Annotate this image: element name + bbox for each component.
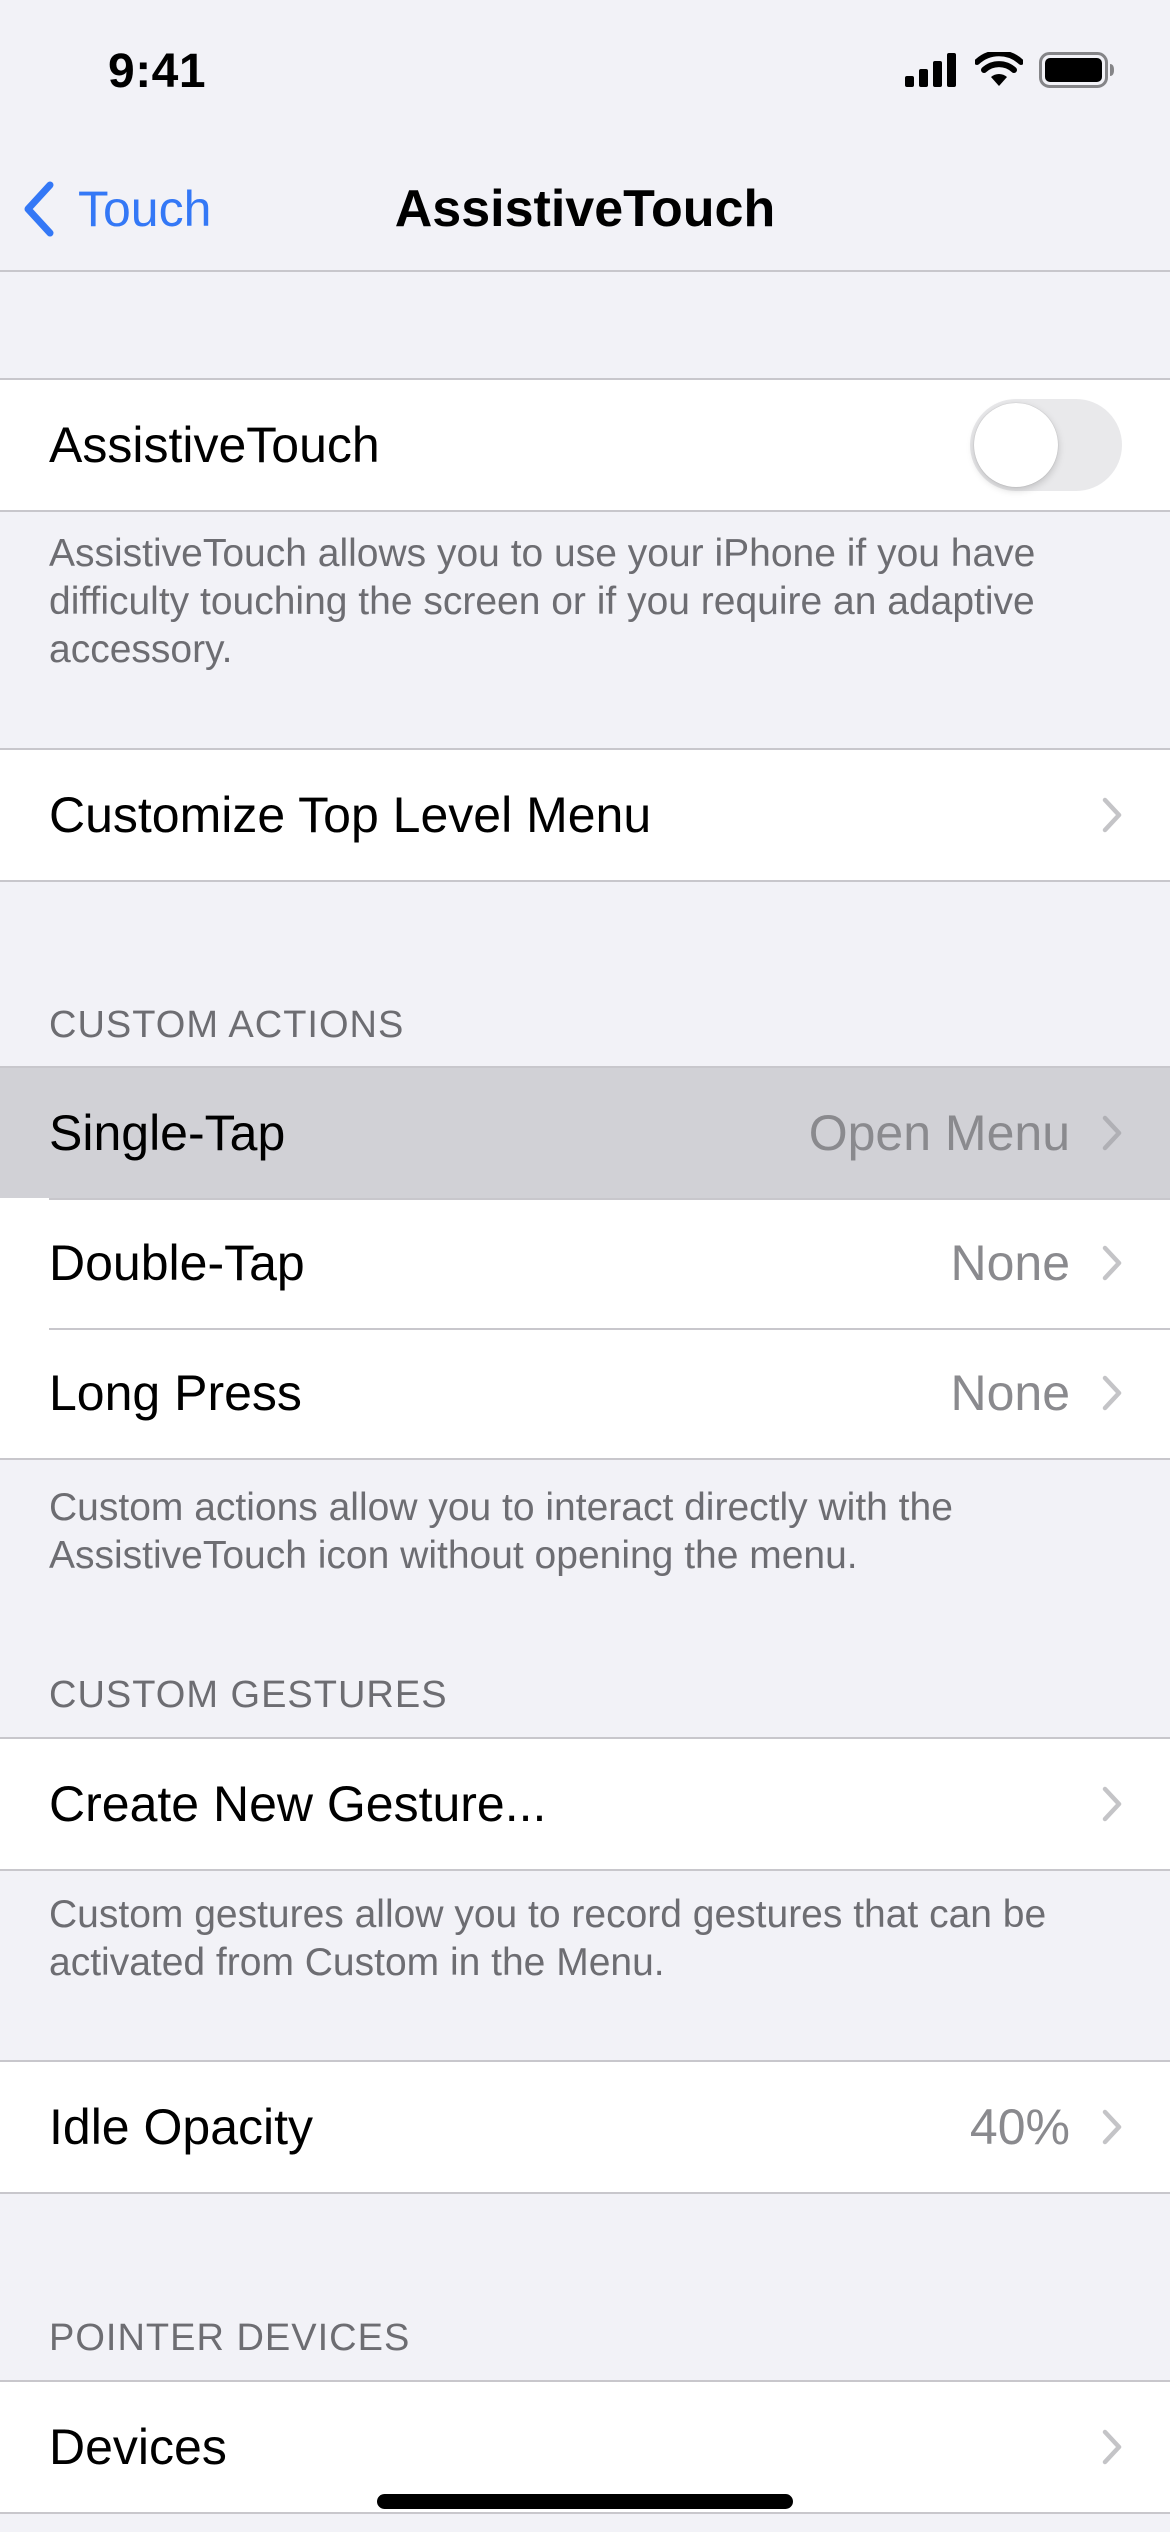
create-new-gesture-row[interactable]: Create New Gesture...: [0, 1739, 1170, 1869]
idle-opacity-row[interactable]: Idle Opacity 40%: [0, 2062, 1170, 2192]
long-press-label: Long Press: [49, 1365, 302, 1421]
status-icons: [905, 52, 1115, 88]
navigation-bar: Touch AssistiveTouch: [0, 150, 1170, 272]
customize-top-level-menu-label: Customize Top Level Menu: [49, 787, 652, 843]
chevron-right-icon: [1102, 2109, 1122, 2145]
chevron-right-icon: [1102, 797, 1122, 833]
double-tap-value: None: [950, 1235, 1070, 1291]
menu-group: Customize Top Level Menu: [0, 748, 1170, 882]
idle-opacity-label: Idle Opacity: [49, 2099, 314, 2155]
devices-label: Devices: [49, 2419, 227, 2475]
home-indicator[interactable]: [377, 2494, 793, 2509]
chevron-right-icon: [1102, 1115, 1122, 1151]
battery-icon: [1039, 52, 1114, 88]
assistivetouch-toggle-label: AssistiveTouch: [49, 417, 380, 473]
customize-top-level-menu-row[interactable]: Customize Top Level Menu: [0, 750, 1170, 880]
idle-opacity-value: 40%: [969, 2099, 1070, 2155]
double-tap-row[interactable]: Double-Tap None: [0, 1198, 1170, 1328]
assistivetouch-toggle-group: AssistiveTouch: [0, 378, 1170, 512]
custom-gestures-description: Custom gestures allow you to record gest…: [49, 1893, 1047, 1984]
double-tap-label: Double-Tap: [49, 1235, 305, 1291]
wifi-icon: [975, 52, 1023, 86]
single-tap-value: Open Menu: [808, 1105, 1070, 1161]
custom-actions-description: Custom actions allow you to interact dir…: [49, 1486, 953, 1577]
chevron-right-icon: [1102, 1375, 1122, 1411]
assistivetouch-description: AssistiveTouch allows you to use your iP…: [49, 532, 1036, 671]
long-press-value: None: [950, 1365, 1070, 1421]
status-bar: 9:41: [0, 0, 1170, 150]
idle-opacity-group: Idle Opacity 40%: [0, 2060, 1170, 2194]
assistivetouch-toggle-row: AssistiveTouch: [0, 380, 1170, 510]
devices-row[interactable]: Devices: [0, 2382, 1170, 2512]
custom-actions-header: CUSTOM ACTIONS: [49, 1004, 405, 1046]
assistivetouch-settings-screen: 9:41 Touch AssistiveTouch AssistiveTouch…: [0, 0, 1170, 2532]
create-new-gesture-label: Create New Gesture...: [49, 1776, 547, 1832]
single-tap-row[interactable]: Single-Tap Open Menu: [0, 1068, 1170, 1198]
assistivetouch-toggle-switch[interactable]: [970, 399, 1122, 491]
custom-gestures-group: Create New Gesture...: [0, 1737, 1170, 1871]
pointer-devices-header: POINTER DEVICES: [49, 2317, 411, 2359]
chevron-right-icon: [1102, 1245, 1122, 1281]
custom-gestures-header: CUSTOM GESTURES: [49, 1674, 448, 1716]
toggle-knob: [974, 403, 1058, 487]
long-press-row[interactable]: Long Press None: [0, 1328, 1170, 1458]
custom-actions-group: Single-Tap Open Menu Double-Tap None Lon…: [0, 1066, 1170, 1460]
single-tap-label: Single-Tap: [49, 1105, 286, 1161]
chevron-right-icon: [1102, 2429, 1122, 2465]
page-title: AssistiveTouch: [394, 180, 776, 238]
chevron-right-icon: [1102, 1786, 1122, 1822]
status-time: 9:41: [108, 45, 207, 98]
cellular-signal-icon: [905, 53, 956, 87]
